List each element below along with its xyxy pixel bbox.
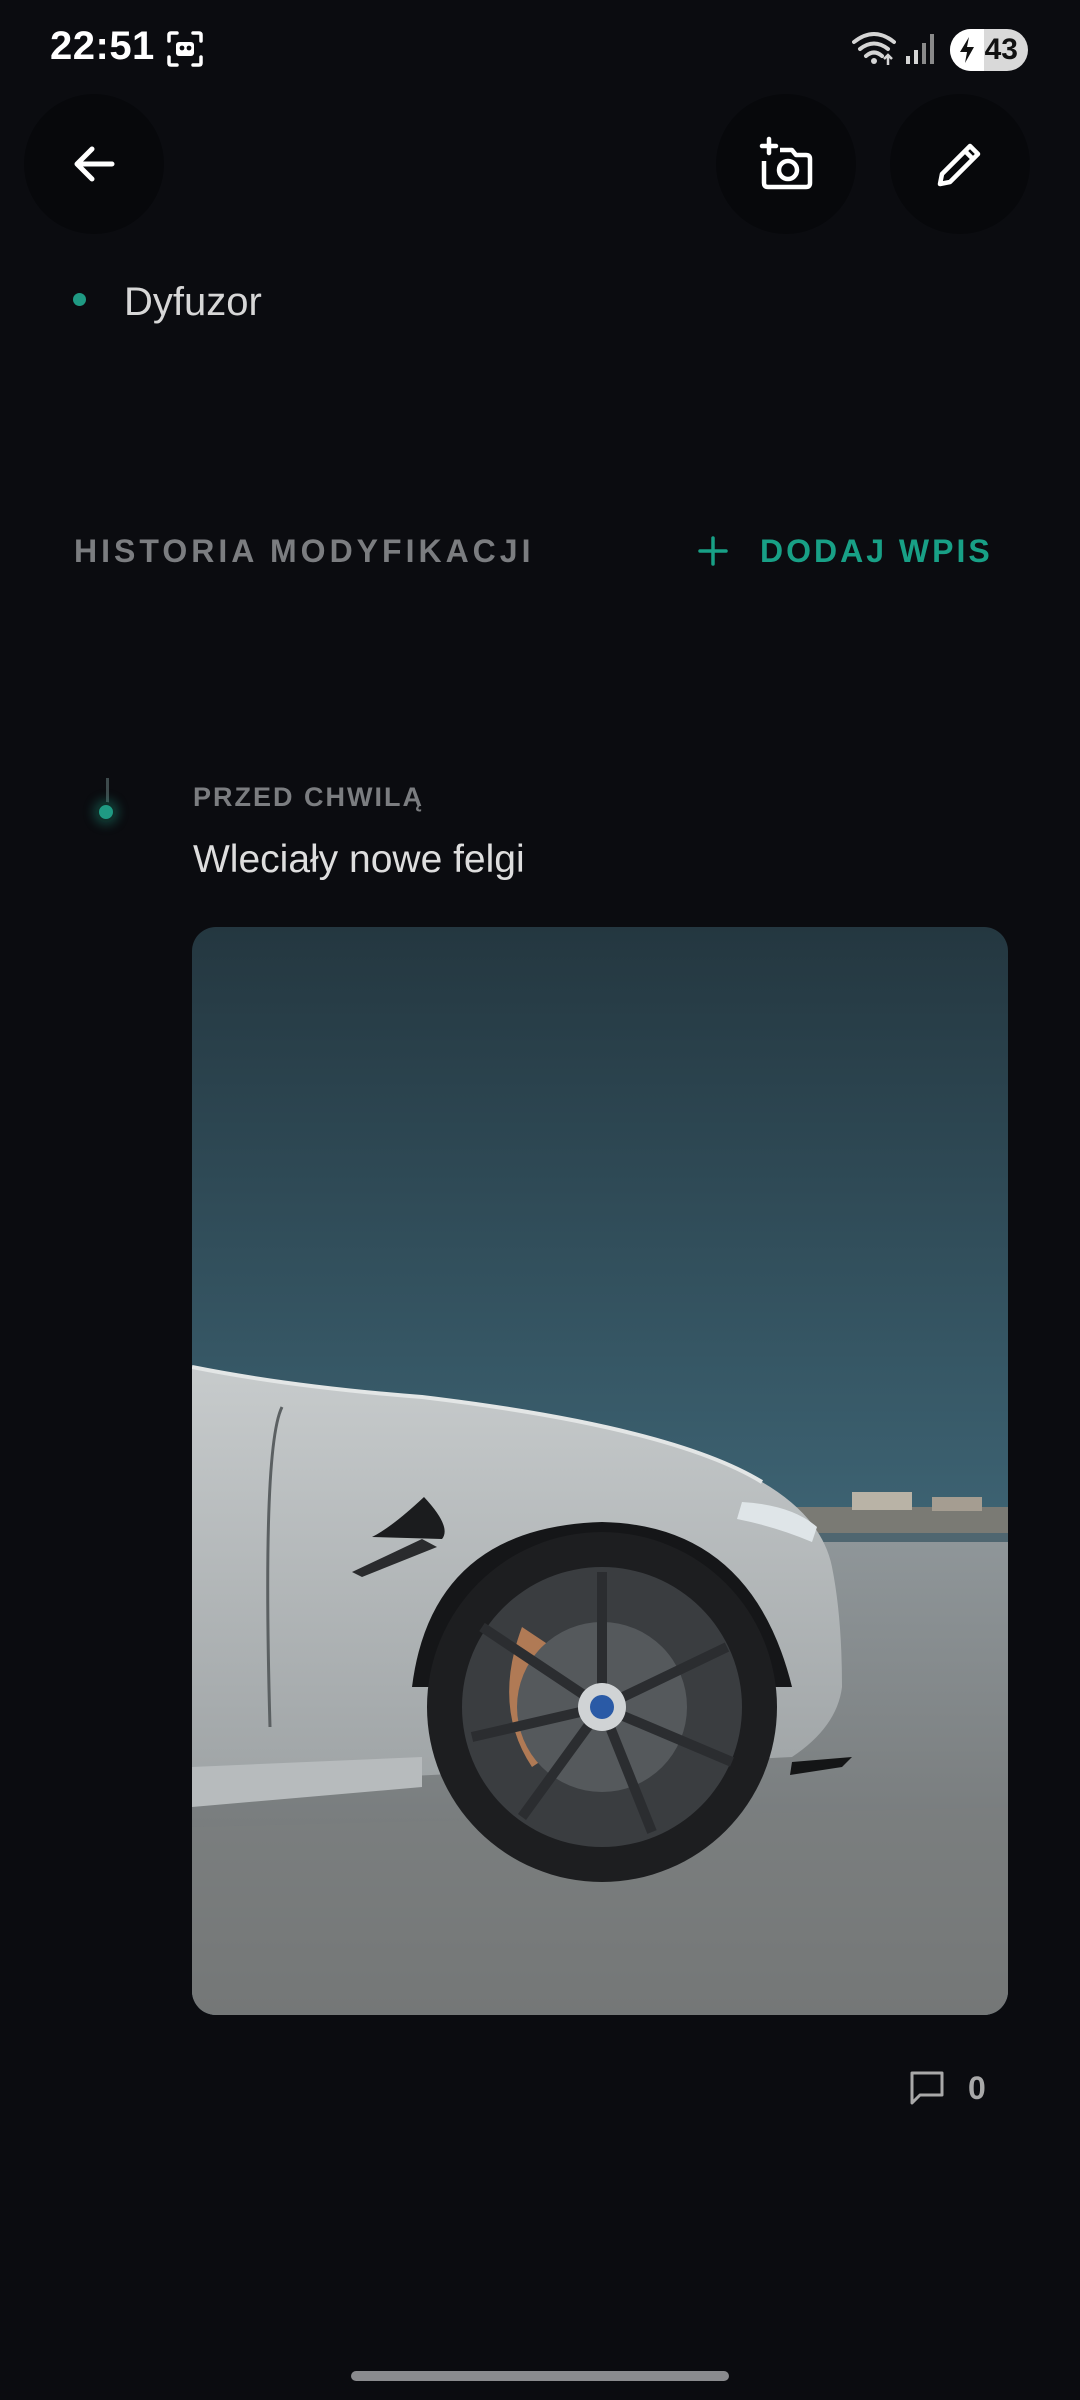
comments-count: 0 (968, 2069, 986, 2106)
plus-icon (698, 536, 728, 566)
home-indicator[interactable] (351, 2371, 729, 2381)
edit-button[interactable] (890, 94, 1030, 234)
status-bar: 22:51 43 (0, 0, 1080, 100)
add-photo-icon (759, 136, 813, 190)
arrow-back-icon (74, 146, 115, 182)
battery-percent: 43 (984, 33, 1018, 66)
entry-timestamp: PRZED CHWILĄ (193, 782, 424, 812)
list-bullet (73, 293, 86, 306)
status-time: 22:51 (50, 24, 155, 68)
battery-charging-icon (960, 37, 974, 63)
add-photo-button[interactable] (716, 94, 856, 234)
battery-indicator: 43 (950, 29, 1028, 71)
comment-icon (910, 2071, 944, 2105)
entry-photo[interactable] (192, 927, 1008, 2015)
comments-button[interactable]: 0 (908, 2064, 986, 2112)
add-entry-label: DODAJ WPIS (760, 532, 993, 569)
timeline-dot (96, 802, 116, 822)
add-entry-button[interactable]: DODAJ WPIS (696, 526, 993, 576)
mod-list-item: Dyfuzor (124, 280, 262, 324)
entry-title: Wleciały nowe felgi (193, 838, 525, 881)
history-section-title: HISTORIA MODYFIKACJI (74, 533, 535, 569)
signal-icon (906, 34, 934, 64)
back-button[interactable] (24, 94, 164, 234)
wifi-icon (852, 32, 896, 65)
screen-record-icon (167, 31, 203, 67)
edit-pencil-icon (937, 143, 981, 187)
